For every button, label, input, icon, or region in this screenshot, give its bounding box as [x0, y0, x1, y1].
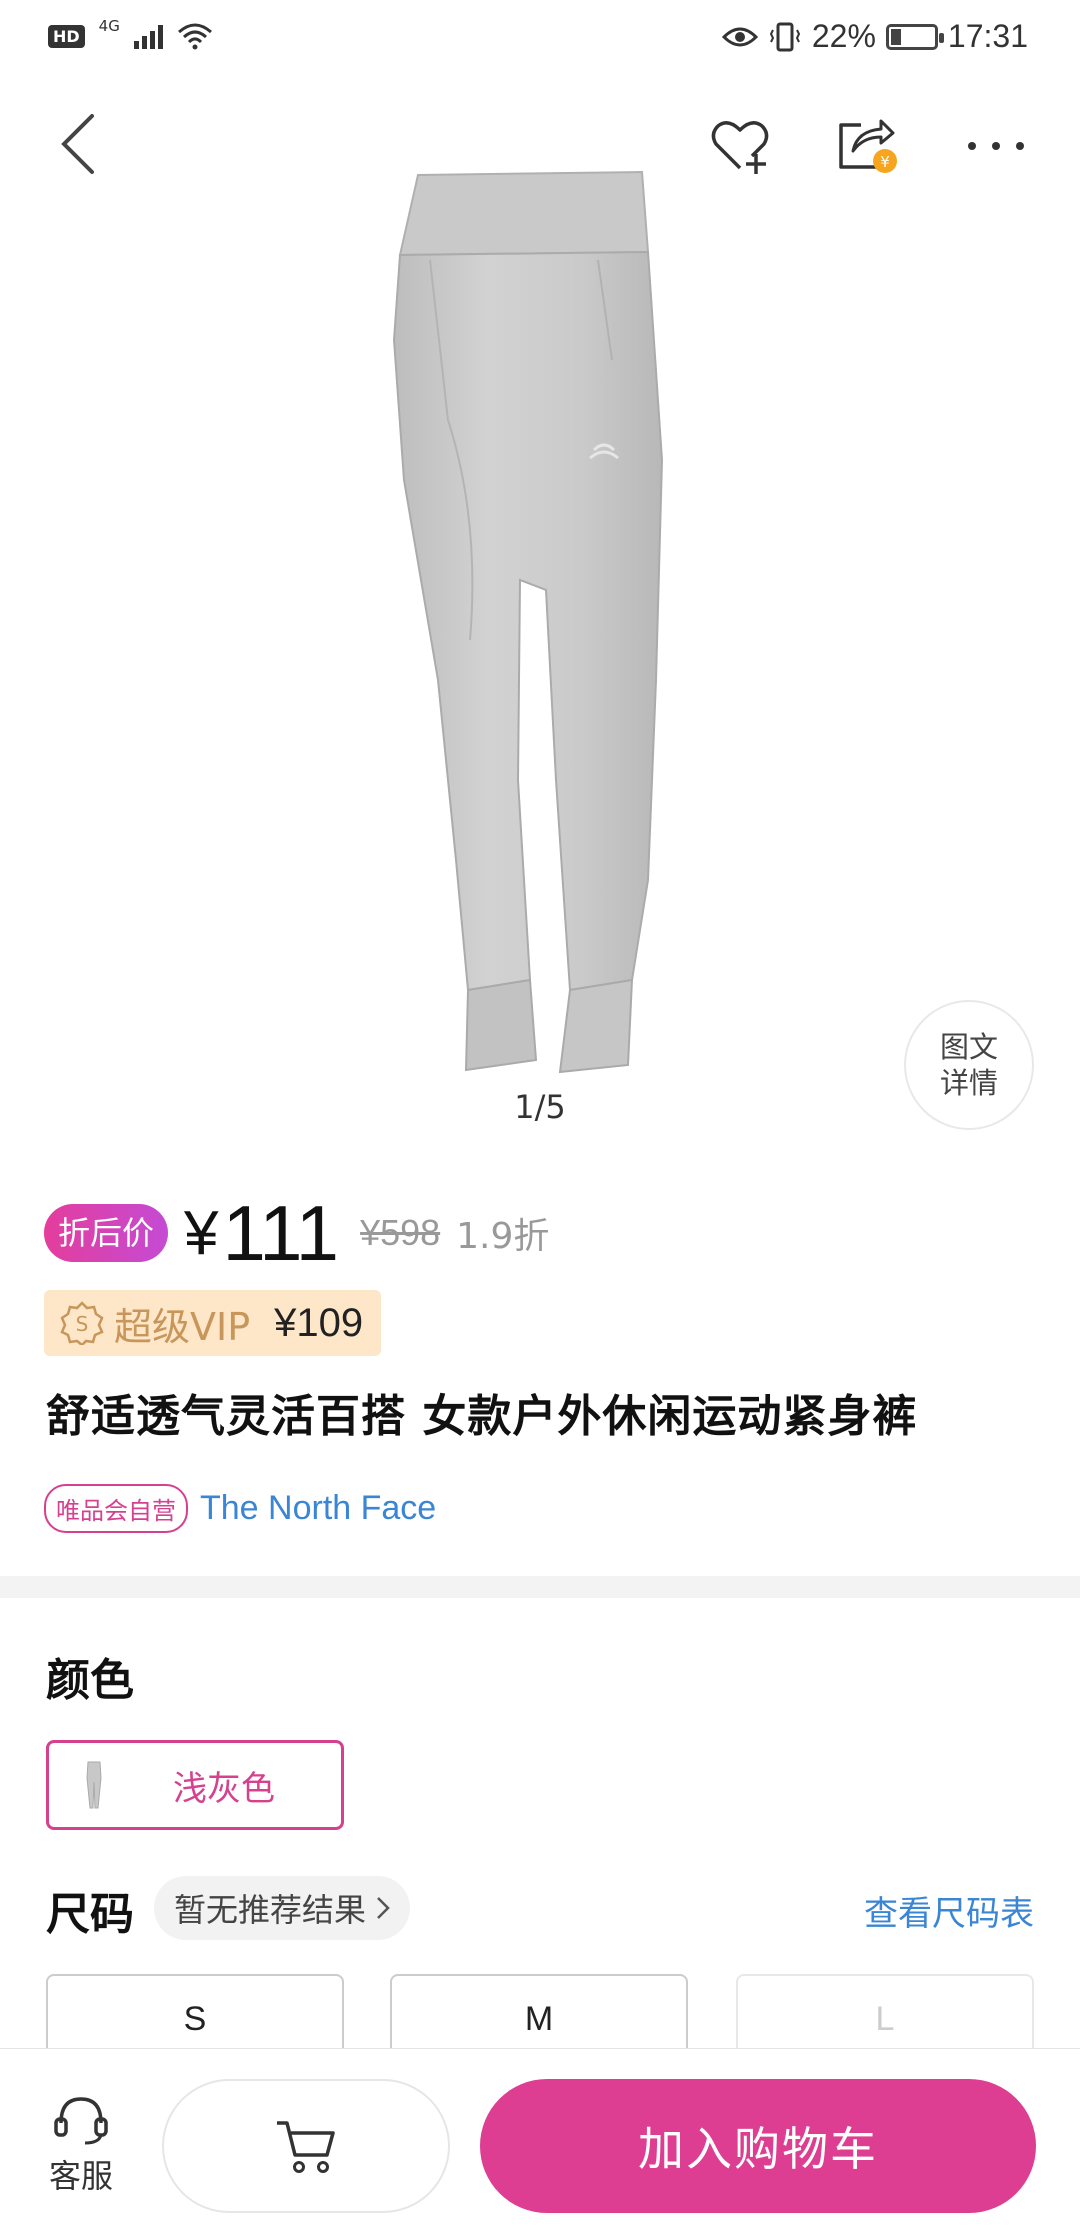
wifi-icon — [177, 23, 212, 50]
chevron-right-icon — [377, 1897, 390, 1919]
battery-percent: 22% — [811, 18, 876, 54]
customer-service-button[interactable]: 客服 — [40, 2049, 122, 2240]
product-page: HD 4G 22% 17:31 ¥ 1/5 图文 详情 折后价 ¥ 111 ¥5… — [0, 0, 1080, 2240]
product-title: 舒适透气灵活百搭 女款户外休闲运动紧身裤 — [46, 1391, 918, 1442]
price-row: 折后价 ¥ 111 ¥598 1.9折 — [44, 1188, 549, 1278]
self-operated-badge: 唯品会自营 — [44, 1484, 188, 1533]
vibrate-icon — [769, 22, 800, 51]
size-chart-link[interactable]: 查看尺码表 — [864, 1886, 1034, 1935]
battery-icon — [885, 23, 944, 50]
vip-price: ¥109 — [274, 1300, 364, 1345]
vip-label: 超级VIP — [114, 1304, 251, 1349]
eye-icon — [721, 27, 758, 46]
price-currency: ¥ — [184, 1198, 219, 1268]
discount-rate: 1.9折 — [456, 1216, 550, 1257]
cart-button[interactable] — [162, 2079, 450, 2213]
signal-icon — [133, 23, 163, 49]
color-thumbnail — [86, 1761, 102, 1809]
original-price: ¥598 — [360, 1212, 441, 1253]
discounted-price-badge: 折后价 — [44, 1204, 169, 1262]
status-left: HD 4G — [48, 17, 213, 50]
customer-service-label: 客服 — [48, 2157, 113, 2195]
product-image — [392, 170, 664, 1074]
size-section-label: 尺码 — [46, 1889, 134, 1940]
bottom-action-bar: 客服 加入购物车 — [0, 2048, 1080, 2240]
more-dots-icon — [968, 142, 1024, 150]
image-text-detail-button[interactable]: 图文 详情 — [904, 1000, 1034, 1130]
color-option-selected[interactable]: 浅灰色 — [46, 1740, 344, 1830]
status-bar: HD 4G 22% 17:31 — [0, 0, 1080, 80]
detail-label-line2: 详情 — [939, 1066, 998, 1100]
hd-badge: HD — [48, 24, 85, 48]
brand-row: 唯品会自营 The North Face — [44, 1484, 436, 1533]
color-section-label: 颜色 — [46, 1655, 134, 1706]
cart-icon — [277, 2121, 335, 2173]
clock: 17:31 — [947, 18, 1028, 54]
status-right: 22% 17:31 — [721, 18, 1028, 55]
color-option-label: 浅灰色 — [173, 1768, 275, 1809]
brand-link[interactable]: The North Face — [200, 1489, 436, 1528]
detail-label-line1: 图文 — [939, 1030, 998, 1064]
svg-text:S: S — [76, 1312, 89, 1336]
product-image-carousel[interactable] — [0, 160, 1080, 1100]
add-to-cart-button[interactable]: 加入购物车 — [480, 2079, 1036, 2213]
super-vip-price[interactable]: S 超级VIP ¥109 — [44, 1290, 382, 1356]
size-recommend-hint[interactable]: 暂无推荐结果 — [154, 1876, 411, 1940]
current-price: 111 — [222, 1188, 340, 1277]
section-divider — [0, 1576, 1080, 1598]
network-type: 4G — [98, 17, 120, 35]
vip-seal-icon: S — [60, 1301, 104, 1345]
size-recommend-text: 暂无推荐结果 — [174, 1891, 367, 1929]
headset-icon — [54, 2097, 108, 2145]
